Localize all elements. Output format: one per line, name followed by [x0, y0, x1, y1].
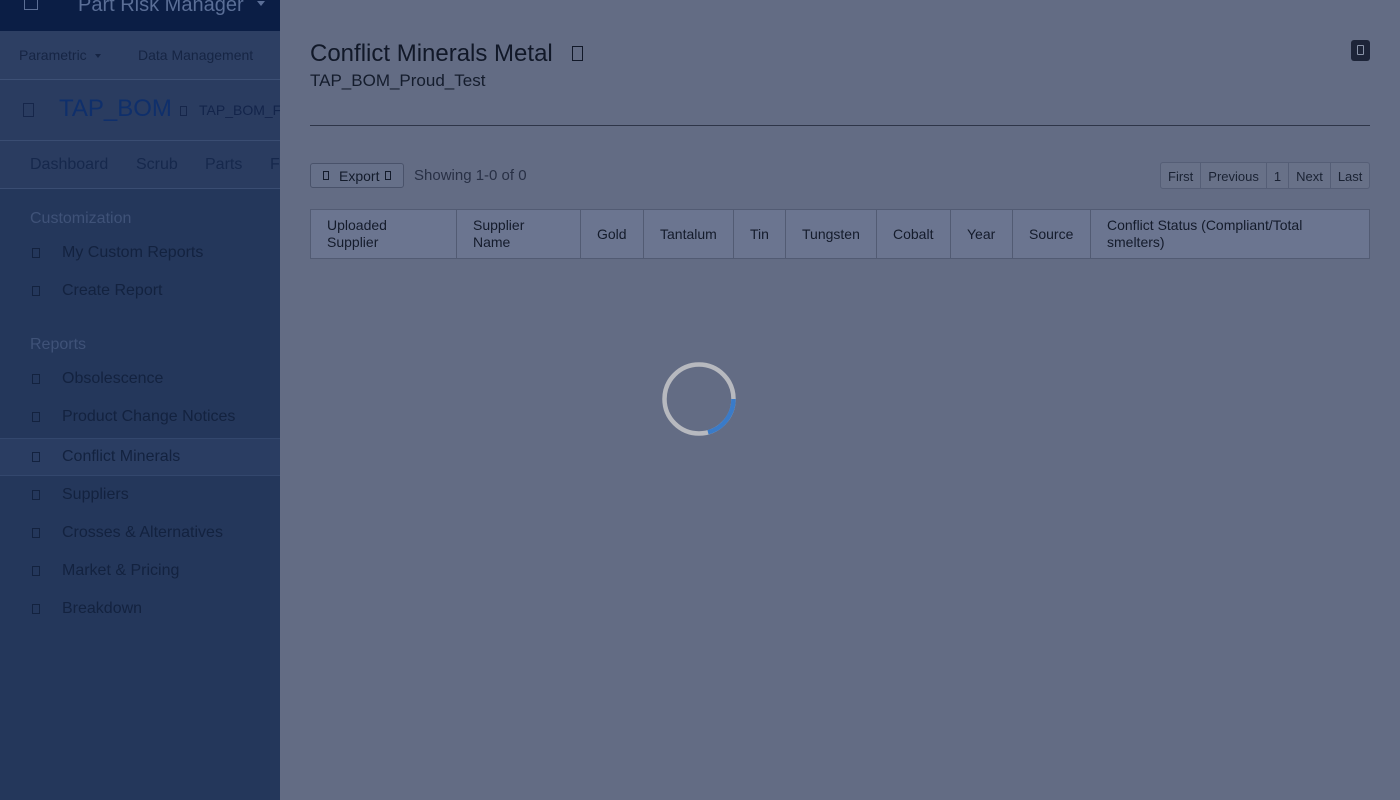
- spinner-arc: [707, 398, 736, 435]
- page-first[interactable]: First: [1161, 163, 1202, 188]
- nav-parametric-label: Parametric: [19, 47, 87, 63]
- nav-data-management[interactable]: Data Management: [138, 47, 253, 63]
- column-header[interactable]: Conflict Status (Compliant/Total smelter…: [1090, 209, 1370, 259]
- page-last[interactable]: Last: [1331, 163, 1370, 188]
- tab-parts[interactable]: Parts: [205, 156, 242, 174]
- modal-title: Conflict Minerals Metal: [310, 40, 553, 67]
- sidebar: Customization My Custom Reports Create R…: [0, 189, 280, 800]
- chart-icon: [32, 604, 40, 614]
- sidebar-item-product-change-notices[interactable]: Product Change Notices: [0, 399, 280, 437]
- sidebar-item-label: Product Change Notices: [62, 408, 236, 425]
- page-1[interactable]: 1: [1267, 163, 1290, 188]
- sidebar-item-breakdown[interactable]: Breakdown: [0, 591, 280, 629]
- tab-dashboard[interactable]: Dashboard: [30, 156, 108, 174]
- sidebar-item-suppliers[interactable]: Suppliers: [0, 477, 280, 515]
- bell-icon: [32, 412, 40, 422]
- tab-truncated[interactable]: F: [270, 156, 280, 174]
- sidebar-item-market-pricing[interactable]: Market & Pricing: [0, 553, 280, 591]
- sidebar-item-label: My Custom Reports: [62, 244, 204, 261]
- conflict-minerals-modal: Conflict Minerals Metal TAP_BOM_Proud_Te…: [280, 0, 1400, 800]
- record-count: Showing 1-0 of 0: [414, 167, 527, 184]
- sidebar-heading-customization: Customization: [30, 210, 132, 227]
- modal-subtitle: TAP_BOM_Proud_Test: [310, 71, 486, 90]
- dollar-icon: [32, 566, 40, 576]
- clock-icon: [32, 374, 40, 384]
- column-header[interactable]: Uploaded Supplier: [310, 209, 457, 259]
- tab-scrub[interactable]: Scrub: [136, 156, 178, 174]
- sidebar-item-create-report[interactable]: Create Report: [0, 273, 280, 311]
- sidebar-item-my-custom-reports[interactable]: My Custom Reports: [0, 235, 280, 273]
- chevron-down-icon: [385, 171, 391, 180]
- modal-divider: [310, 125, 1370, 126]
- menu-icon[interactable]: [24, 0, 38, 10]
- report-icon: [32, 248, 40, 258]
- sidebar-item-label: Obsolescence: [62, 370, 164, 387]
- bom-subtitle: TAP_BOM_F: [199, 102, 282, 118]
- close-button[interactable]: [1351, 40, 1370, 61]
- column-header[interactable]: Supplier Name: [456, 209, 581, 259]
- pagination: First Previous 1 Next Last: [1160, 162, 1371, 189]
- sidebar-item-label: Conflict Minerals: [62, 448, 181, 465]
- sidebar-item-label: Create Report: [62, 282, 163, 299]
- column-header[interactable]: Tantalum: [643, 209, 734, 259]
- bom-title: TAP_BOM: [59, 95, 172, 122]
- file-icon: [180, 106, 187, 116]
- plus-icon: [32, 286, 40, 296]
- column-header[interactable]: Cobalt: [876, 209, 951, 259]
- chevron-down-icon: [94, 54, 101, 59]
- sidebar-item-obsolescence[interactable]: Obsolescence: [0, 361, 280, 399]
- nav-parametric[interactable]: Parametric: [19, 47, 101, 63]
- page-next[interactable]: Next: [1289, 163, 1331, 188]
- sidebar-item-label: Suppliers: [62, 486, 129, 503]
- building-icon: [32, 490, 40, 500]
- sidebar-item-conflict-minerals[interactable]: Conflict Minerals: [0, 438, 280, 476]
- table-header-row: Uploaded Supplier Supplier Name Gold Tan…: [310, 209, 1370, 259]
- close-icon: [1357, 45, 1364, 55]
- sidebar-heading-reports: Reports: [30, 336, 87, 353]
- file-icon: [323, 171, 329, 180]
- column-header[interactable]: Gold: [580, 209, 644, 259]
- sidebar-item-crosses-alternatives[interactable]: Crosses & Alternatives: [0, 515, 280, 553]
- conflict-minerals-table: Uploaded Supplier Supplier Name Gold Tan…: [310, 209, 1370, 259]
- export-label: Export: [339, 168, 380, 184]
- loading-spinner: [662, 362, 736, 436]
- page-previous[interactable]: Previous: [1201, 163, 1267, 188]
- column-header[interactable]: Source: [1012, 209, 1091, 259]
- sidebar-item-label: Breakdown: [62, 600, 143, 617]
- chevron-down-icon[interactable]: [257, 1, 265, 6]
- swap-icon: [32, 528, 40, 538]
- export-button[interactable]: Export: [310, 163, 404, 188]
- sidebar-item-label: Market & Pricing: [62, 562, 180, 579]
- mineral-icon: [32, 452, 40, 462]
- copy-icon[interactable]: [572, 46, 583, 61]
- column-header[interactable]: Tin: [733, 209, 786, 259]
- document-icon: [23, 103, 34, 117]
- app-title[interactable]: Part Risk Manager: [78, 0, 244, 17]
- sidebar-item-label: Crosses & Alternatives: [62, 524, 223, 541]
- column-header[interactable]: Year: [950, 209, 1013, 259]
- column-header[interactable]: Tungsten: [785, 209, 877, 259]
